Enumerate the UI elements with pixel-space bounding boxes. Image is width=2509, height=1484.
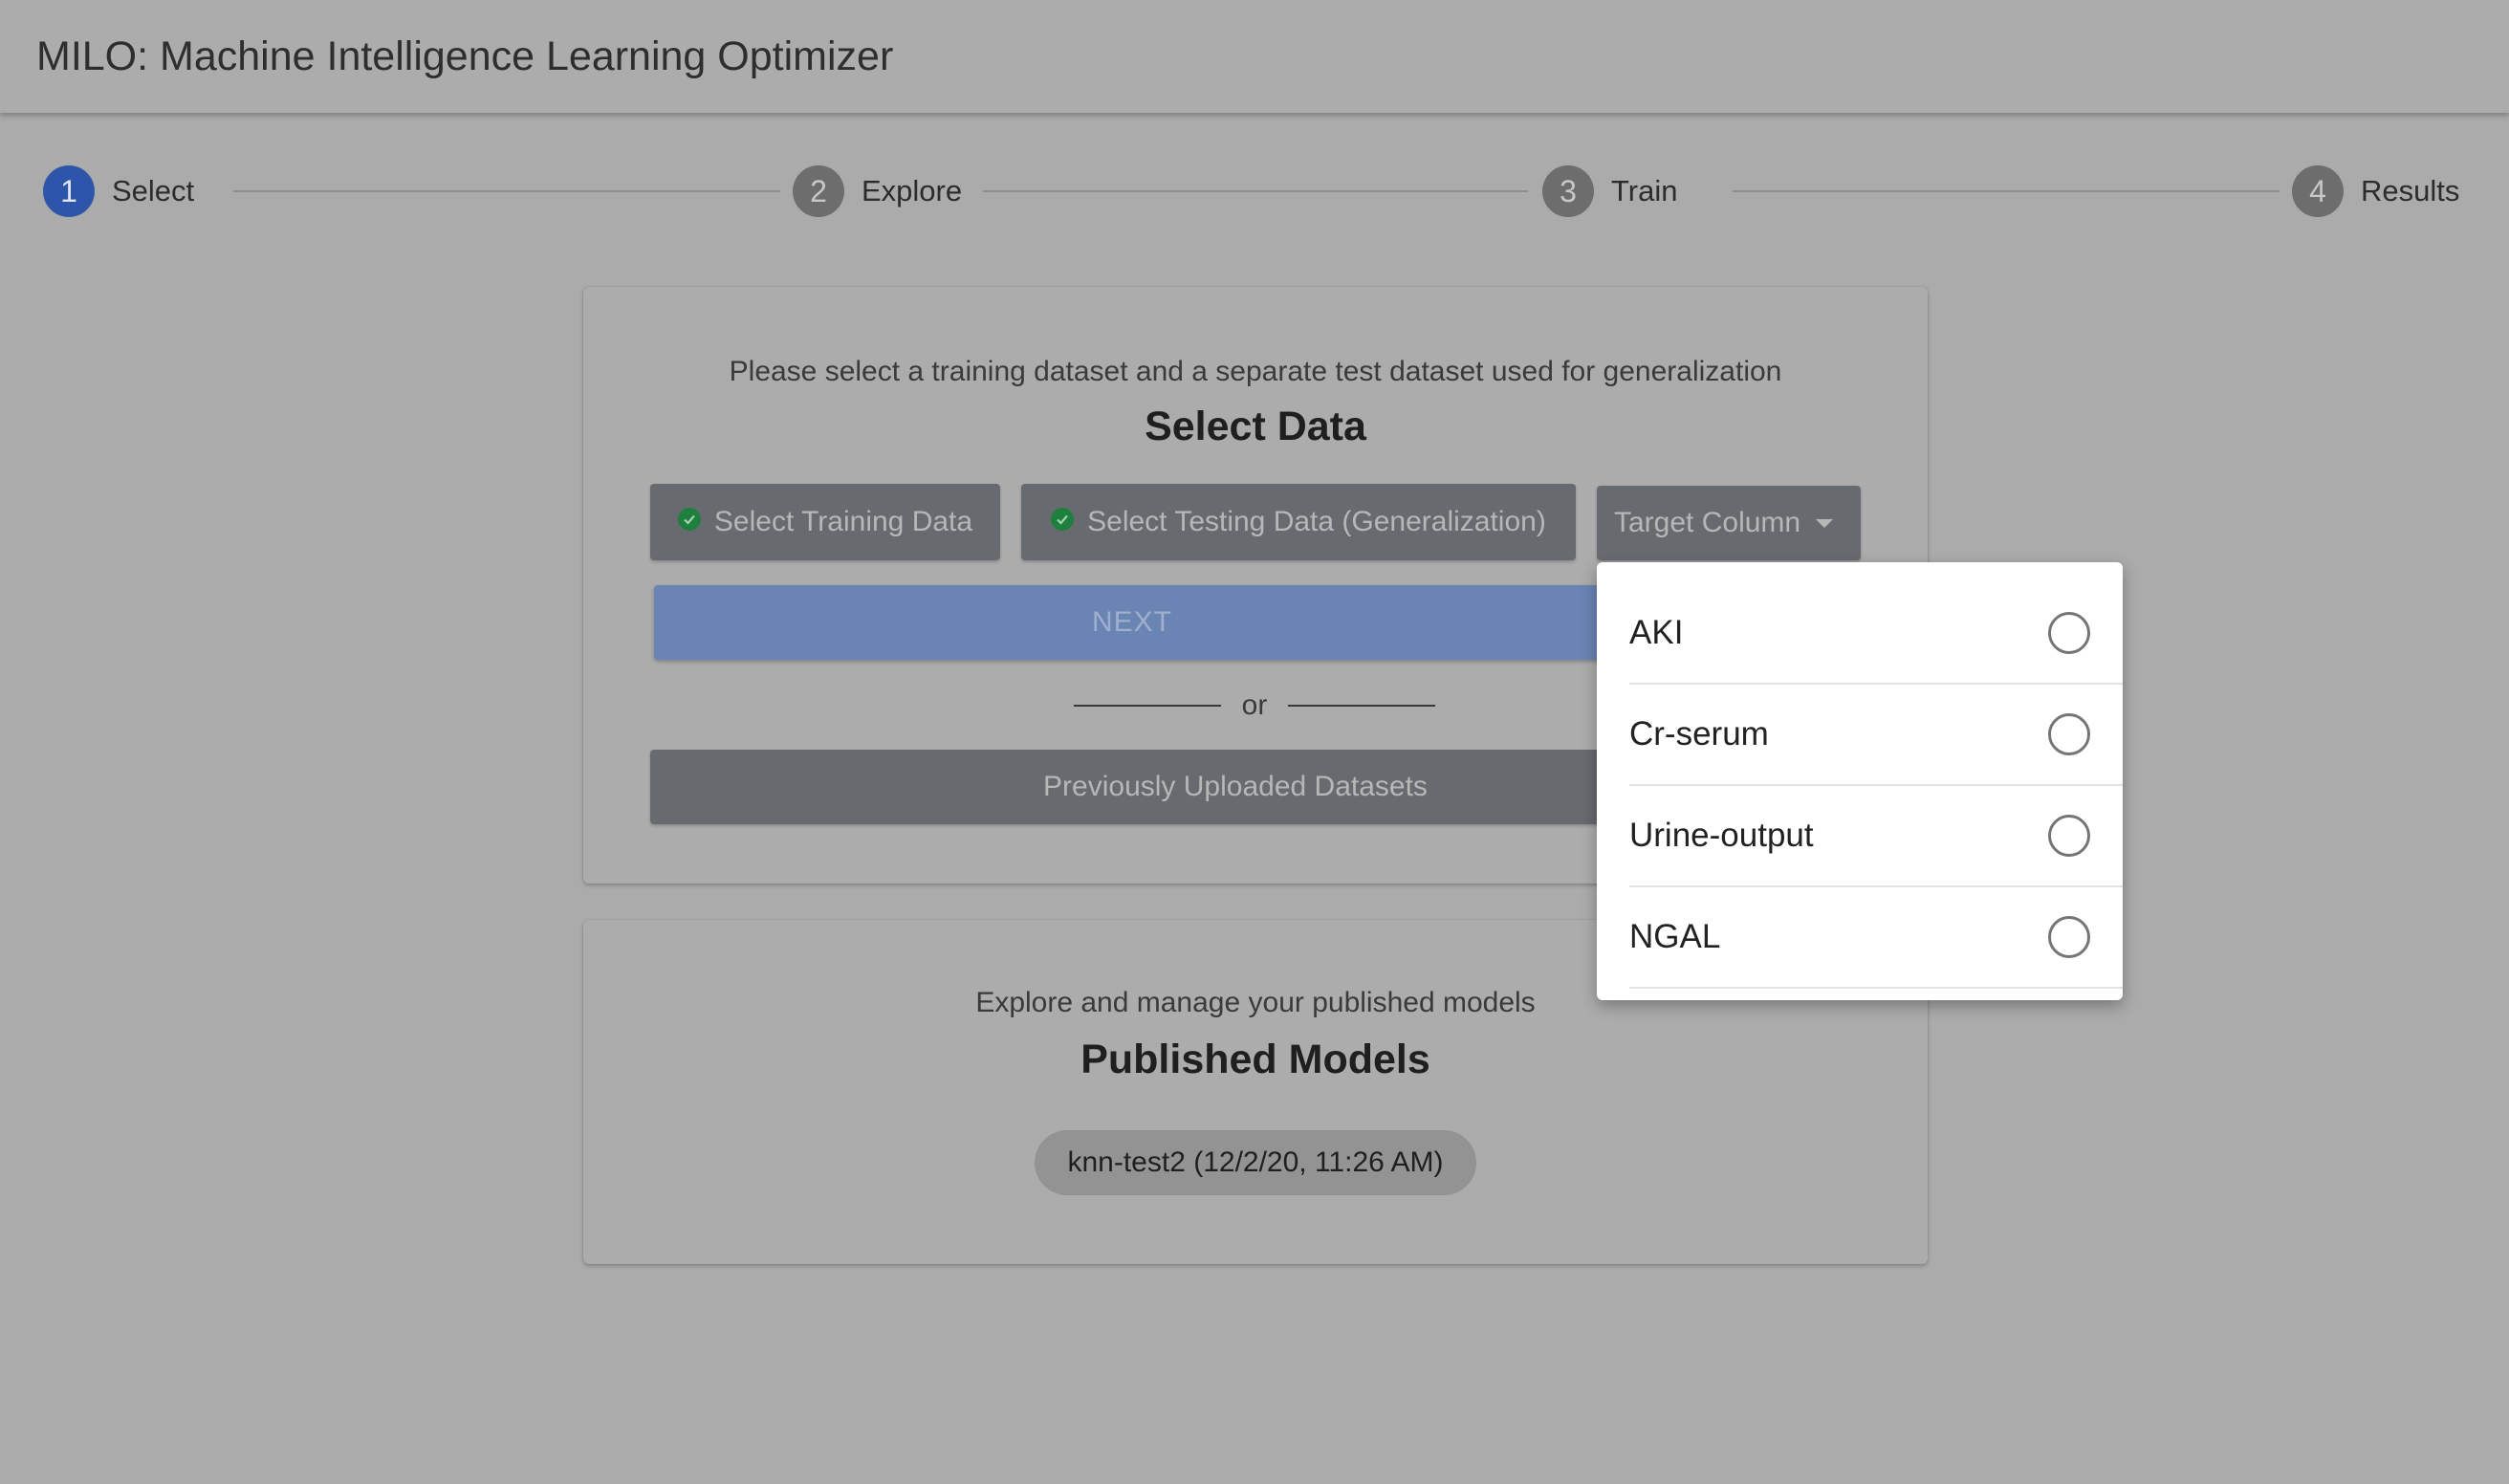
step-number: 1 [43,165,95,217]
step-number: 2 [793,165,844,217]
menu-item-label: NGAL [1629,918,1721,955]
step-train[interactable]: 3 Train [1542,164,1677,218]
menu-item-label: AKI [1629,614,1684,651]
check-icon [1051,508,1075,531]
stepper: 1 Select 2 Explore 3 Train 4 Results [0,113,2509,266]
app-title: MILO: Machine Intelligence Learning Opti… [36,33,894,79]
or-text: or [1241,689,1268,721]
select-training-data-button[interactable]: Select Training Data [650,484,1000,560]
step-connector [983,190,1528,192]
caret-down-icon [1816,518,1834,528]
menu-item-cr-serum[interactable]: Cr-serum [1629,685,2123,786]
or-divider: or [1073,685,1436,727]
menu-item-urine-output[interactable]: Urine-output [1629,786,2123,887]
divider-line [1073,705,1221,707]
step-label: Results [2361,174,2460,207]
target-column-menu: AKI Cr-serum Urine-output NGAL [1597,562,2123,1000]
step-results[interactable]: 4 Results [2292,164,2459,218]
step-select[interactable]: 1 Select [43,164,194,218]
button-label: Select Training Data [713,506,973,537]
radio-button[interactable] [2048,815,2090,857]
radio-button[interactable] [2048,612,2090,654]
step-connector [1733,190,2280,192]
step-explore[interactable]: 2 Explore [793,164,962,218]
radio-button[interactable] [2048,713,2090,755]
button-label: Select Testing Data (Generalization) [1087,506,1546,537]
step-label: Explore [862,174,963,207]
menu-item-aki[interactable]: AKI [1629,583,2123,685]
target-column-select[interactable]: Target Column [1597,486,1861,560]
target-column-label: Target Column [1614,507,1801,538]
menu-item-ngal[interactable]: NGAL [1629,887,2123,989]
published-models-title: Published Models [1080,1037,1430,1082]
step-number: 3 [1542,165,1594,217]
step-number: 4 [2292,165,2344,217]
next-button[interactable]: NEXT [654,585,1610,660]
radio-button[interactable] [2048,916,2090,958]
select-data-subtitle: Please select a training dataset and a s… [729,356,1782,387]
check-icon [677,508,701,531]
select-data-title: Select Data [1145,404,1366,449]
app-root: MILO: Machine Intelligence Learning Opti… [0,0,2509,1484]
divider-line [1288,705,1436,707]
select-testing-data-button[interactable]: Select Testing Data (Generalization) [1021,484,1576,560]
app-bar: MILO: Machine Intelligence Learning Opti… [0,0,2509,113]
menu-item-label: Urine-output [1629,817,1814,854]
step-label: Train [1611,174,1678,207]
step-connector [233,190,780,192]
menu-item-label: Cr-serum [1629,715,1769,753]
step-label: Select [112,174,195,207]
model-chip[interactable]: knn-test2 (12/2/20, 11:26 AM) [1035,1130,1476,1195]
